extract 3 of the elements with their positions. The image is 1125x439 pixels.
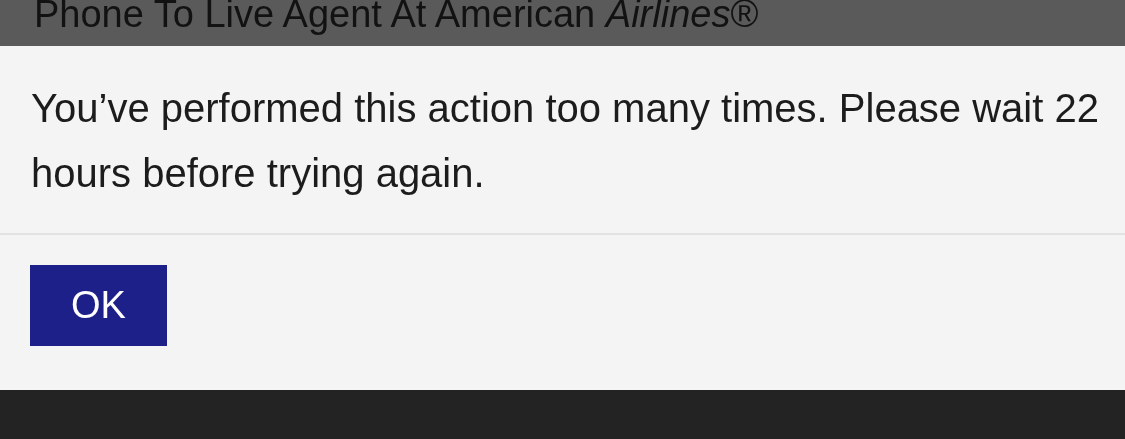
alert-message: You’ve performed this action too many times. Please wait 22 hours before trying again. [31, 85, 1100, 197]
ok-button[interactable]: OK [30, 265, 167, 346]
page-heading: Phone To Live Agent At American Airlines® [34, 0, 760, 37]
